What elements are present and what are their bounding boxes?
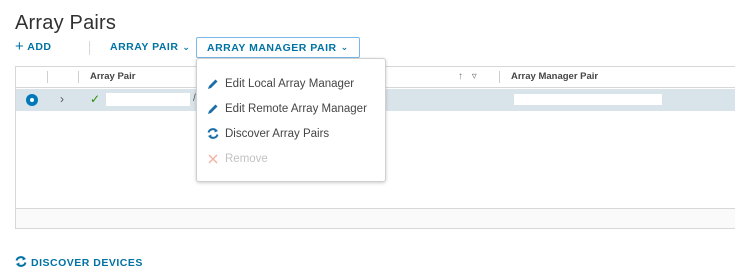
sync-icon — [15, 256, 27, 270]
discover-devices-button[interactable]: DISCOVER DEVICES — [15, 256, 143, 270]
redacted-array-pair-name — [106, 93, 190, 106]
menu-item-edit-local-array-manager[interactable]: Edit Local Array Manager — [197, 71, 385, 96]
close-icon — [206, 152, 220, 166]
menu-item-edit-remote-array-manager[interactable]: Edit Remote Array Manager — [197, 96, 385, 121]
plus-icon: + — [15, 38, 25, 55]
grid-footer — [16, 208, 735, 228]
add-button[interactable]: + ADD — [15, 38, 52, 55]
toolbar-divider — [89, 41, 90, 55]
filter-icon[interactable]: ▿ — [472, 71, 477, 82]
chevron-down-icon: ⌄ — [182, 41, 191, 52]
row-select-radio[interactable] — [26, 94, 38, 106]
column-divider[interactable] — [78, 71, 79, 83]
column-divider[interactable] — [499, 71, 500, 83]
menu-item-label: Discover Array Pairs — [225, 127, 330, 140]
sync-icon — [206, 127, 220, 141]
redacted-array-manager-pair-name — [514, 94, 662, 105]
sort-ascending-icon[interactable]: ↑ — [458, 71, 463, 82]
column-header-array-pair[interactable]: Array Pair — [90, 67, 135, 87]
menu-item-label: Remove — [225, 152, 268, 165]
array-manager-pair-label: ARRAY MANAGER PAIR — [207, 41, 337, 54]
menu-item-label: Edit Local Array Manager — [225, 77, 355, 90]
array-pair-button[interactable]: ARRAY PAIR ⌄ — [110, 41, 190, 53]
array-manager-pair-menu: Edit Local Array Manager Edit Remote Arr… — [196, 58, 386, 182]
discover-devices-label: DISCOVER DEVICES — [31, 257, 143, 269]
expand-row-icon[interactable]: › — [60, 92, 64, 106]
column-divider — [47, 71, 48, 83]
menu-item-label: Edit Remote Array Manager — [225, 102, 367, 115]
array-manager-pair-button[interactable]: ARRAY MANAGER PAIR ⌄ — [196, 37, 360, 58]
array-pair-label: ARRAY PAIR — [110, 41, 179, 53]
pencil-icon — [206, 102, 220, 116]
add-button-label: ADD — [27, 41, 52, 53]
status-ok-icon: ✓ — [90, 92, 101, 106]
chevron-down-icon: ⌄ — [340, 42, 349, 52]
menu-item-remove: Remove — [197, 146, 385, 171]
column-header-array-manager-pair[interactable]: Array Manager Pair — [511, 67, 598, 87]
sort-filter-icons[interactable]: ↑ ▿ — [458, 67, 477, 87]
pencil-icon — [206, 77, 220, 91]
menu-item-discover-array-pairs[interactable]: Discover Array Pairs — [197, 121, 385, 146]
page-title: Array Pairs — [15, 12, 117, 34]
